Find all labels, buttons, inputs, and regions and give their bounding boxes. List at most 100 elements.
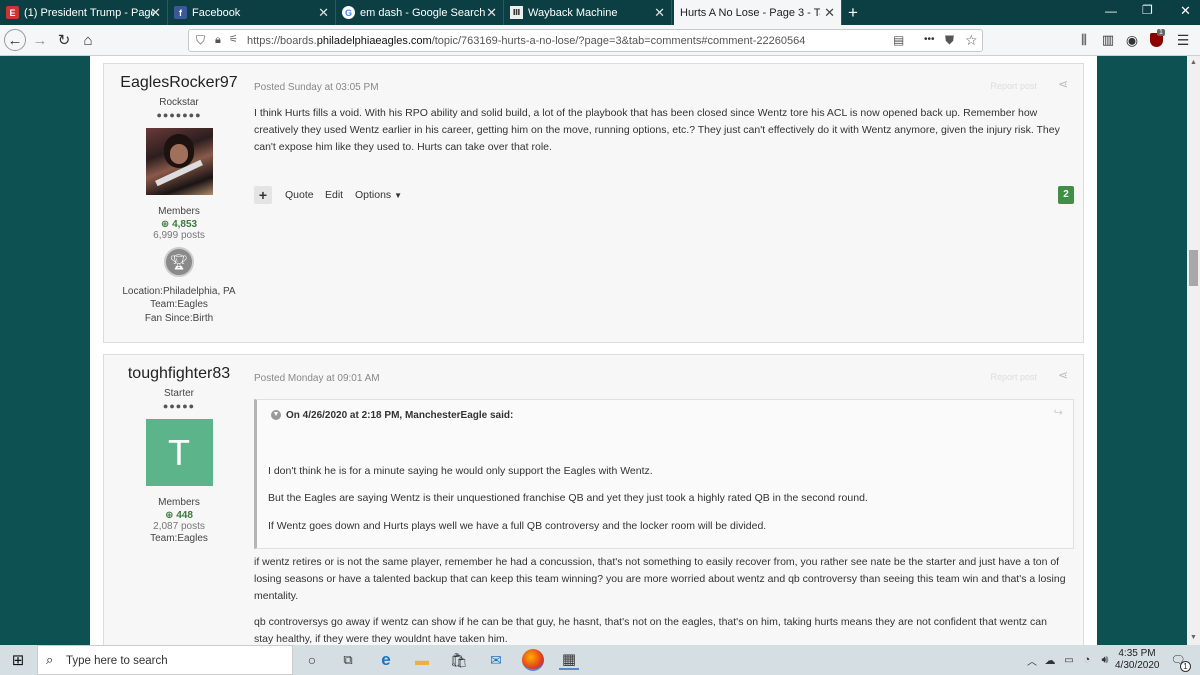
quoted-post: ▼ On 4/26/2020 at 2:18 PM, ManchesterEagl… [254, 399, 1074, 549]
task-view-icon[interactable]: ⧉ [338, 650, 358, 670]
close-tab-icon[interactable]: ✕ [824, 5, 835, 21]
ublock-icon[interactable]: 1 [1145, 29, 1167, 51]
onedrive-icon[interactable]: ☁ [1040, 650, 1060, 670]
new-tab-button[interactable]: + [848, 3, 858, 23]
clock-time: 4:35 PM [1118, 648, 1156, 659]
close-tab-icon[interactable]: ✕ [150, 5, 161, 21]
quote-header[interactable]: ▼ On 4/26/2020 at 2:18 PM, ManchesterEagl… [271, 407, 513, 424]
tab-hurts-a-no-lose[interactable]: Hurts A No Lose - Page 3 - Talk Abo ✕ [674, 0, 842, 25]
post-author-panel: toughfighter83 Starter ●●●●● T Members ⊕… [104, 355, 254, 545]
report-post-link[interactable]: Report post [990, 369, 1037, 386]
battery-icon[interactable]: ▭ [1059, 650, 1079, 670]
username[interactable]: toughfighter83 [104, 365, 254, 383]
post-date[interactable]: Posted Monday at 09:01 AM [254, 370, 380, 387]
add-reaction-button[interactable]: + [254, 186, 272, 204]
options-label: Options [355, 189, 392, 201]
lock-icon[interactable]: 🔒︎ [215, 34, 221, 47]
share-icon[interactable]: ⋖ [1058, 367, 1068, 384]
permissions-icon[interactable]: ⚟ [229, 34, 238, 45]
post-text: I think Hurts fills a void. With his RPO… [254, 107, 1060, 153]
network-icon[interactable]: ◔ [1077, 650, 1097, 670]
account-icon[interactable]: ◉ [1121, 29, 1143, 51]
browser-toolbar: ← → ↻ ⌂ ⛉ 🔒︎ ⚟ https://boards.philadelph… [0, 25, 1200, 56]
close-tab-icon[interactable]: ✕ [486, 5, 497, 21]
post-body: Posted Sunday at 03:05 PM Report post ⋖ … [254, 64, 1074, 344]
scrollbar-thumb[interactable] [1189, 250, 1198, 286]
reaction-count-badge[interactable]: 2 [1058, 186, 1074, 204]
pocket-icon[interactable]: ⛊ [945, 33, 954, 48]
home-icon[interactable]: ⌂ [77, 29, 99, 51]
member-group: Members [158, 497, 200, 508]
quote-line: But the Eagles are saying Wentz is their… [268, 492, 868, 504]
go-to-quote-icon[interactable]: ↪ [1054, 405, 1063, 422]
post-date[interactable]: Posted Sunday at 03:05 PM [254, 79, 379, 96]
back-button[interactable]: ← [4, 29, 26, 51]
windows-start-icon[interactable]: ⊞ [8, 650, 28, 670]
quote-button[interactable]: Quote [285, 187, 314, 204]
avatar[interactable]: T [145, 419, 213, 486]
library-icon[interactable]: ⫼ [1073, 29, 1095, 51]
action-center-icon[interactable]: 🗨︎ 1 [1168, 650, 1191, 672]
scroll-down-arrow-icon[interactable]: ▼ [1190, 634, 1197, 641]
volume-icon[interactable]: 🔊︎ [1095, 650, 1115, 670]
tab-facebook[interactable]: f Facebook ✕ [168, 0, 336, 25]
hamburger-menu-icon[interactable]: ☰ [1172, 29, 1194, 51]
mail-icon[interactable]: ✉ [486, 650, 506, 670]
post-author-panel: EaglesRocker97 Rockstar ●●●●●●● Members … [104, 64, 254, 325]
rank-pips: ●●●●● [162, 401, 196, 411]
plus-circle-icon: ⊕ [160, 218, 170, 230]
rank-pips: ●●●●●●● [156, 110, 202, 120]
clock[interactable]: 4:35 PM 4/30/2020 [1115, 648, 1160, 671]
minimize-button[interactable]: — [1105, 4, 1117, 18]
url-suffix: /topic/763169-hurts-a-no-lose/?page=3&ta… [431, 35, 806, 47]
close-tab-icon[interactable]: ✕ [318, 5, 329, 21]
options-button[interactable]: Options ▼ [355, 187, 402, 204]
scroll-up-arrow-icon[interactable]: ▲ [1190, 59, 1197, 66]
reload-button[interactable]: ↻ [53, 29, 75, 51]
tab-label: Facebook [192, 6, 241, 19]
page-actions-menu[interactable]: ••• [924, 34, 935, 45]
reputation-badge[interactable]: ⊕ 4,853 [104, 219, 254, 230]
reader-view-icon[interactable]: ▤ [893, 33, 904, 47]
tab-google-search[interactable]: G em dash - Google Search ✕ [336, 0, 504, 25]
address-bar[interactable]: ⛉ 🔒︎ ⚟ https://boards.philadelphiaeagles… [188, 29, 983, 52]
tab-label: em dash - Google Search [360, 6, 486, 19]
store-icon[interactable]: 🛍︎ [449, 650, 469, 670]
forward-button[interactable]: → [29, 29, 51, 51]
tab-label: Hurts A No Lose - Page 3 - Talk Abo [680, 6, 820, 19]
tab-president-trump[interactable]: E (1) President Trump - Page 3004 - C ✕ [0, 0, 168, 25]
google-icon: G [342, 6, 355, 19]
trophy-icon[interactable]: 🏆︎ [164, 246, 194, 277]
bookmark-star-icon[interactable]: ☆ [965, 32, 978, 49]
edge-browser-icon[interactable]: e [376, 650, 396, 670]
edit-button[interactable]: Edit [325, 187, 343, 204]
firefox-icon[interactable] [522, 649, 544, 671]
plus-circle-icon: ⊕ [165, 509, 174, 521]
report-post-link[interactable]: Report post [990, 78, 1037, 95]
tab-wayback-machine[interactable]: Ⅲ Wayback Machine ✕ [504, 0, 672, 25]
forum-page: EaglesRocker97 Rockstar ●●●●●●● Members … [90, 56, 1097, 645]
avatar[interactable] [145, 128, 213, 195]
member-fan-since: Fan Since:Birth [144, 312, 214, 324]
close-window-button[interactable]: ✕ [1180, 3, 1191, 19]
file-explorer-icon[interactable]: ▬ [412, 650, 432, 670]
quote-line: If Wentz goes down and Hurts plays well … [268, 520, 767, 532]
reputation-badge[interactable]: ⊕ 448 [104, 510, 254, 521]
show-hidden-icons-chevron-icon[interactable]: ︿ [1022, 650, 1042, 670]
page-scrollbar[interactable]: ▲ ▼ [1187, 56, 1200, 645]
share-icon[interactable]: ⋖ [1058, 76, 1068, 93]
restore-button[interactable]: ❐ [1142, 3, 1153, 17]
windows-taskbar: ⊞ ⌕ Type here to search ○ ⧉ e ▬ 🛍︎ ✉ ▦ ︿… [0, 645, 1200, 675]
shield-icon[interactable]: ⛉ [196, 33, 205, 48]
taskbar-search-box[interactable]: ⌕ Type here to search [37, 645, 293, 675]
calculator-icon[interactable]: ▦ [559, 650, 579, 670]
clock-date: 4/30/2020 [1115, 660, 1160, 671]
username[interactable]: EaglesRocker97 [104, 74, 254, 92]
cortana-icon[interactable]: ○ [302, 650, 322, 670]
sidebar-icon[interactable]: ▥ [1097, 29, 1119, 51]
notification-badge: 1 [1180, 661, 1191, 672]
close-tab-icon[interactable]: ✕ [654, 5, 665, 21]
reputation-count: 448 [176, 509, 193, 521]
chevron-down-icon[interactable]: ▼ [271, 410, 281, 421]
search-placeholder: Type here to search [66, 655, 168, 667]
